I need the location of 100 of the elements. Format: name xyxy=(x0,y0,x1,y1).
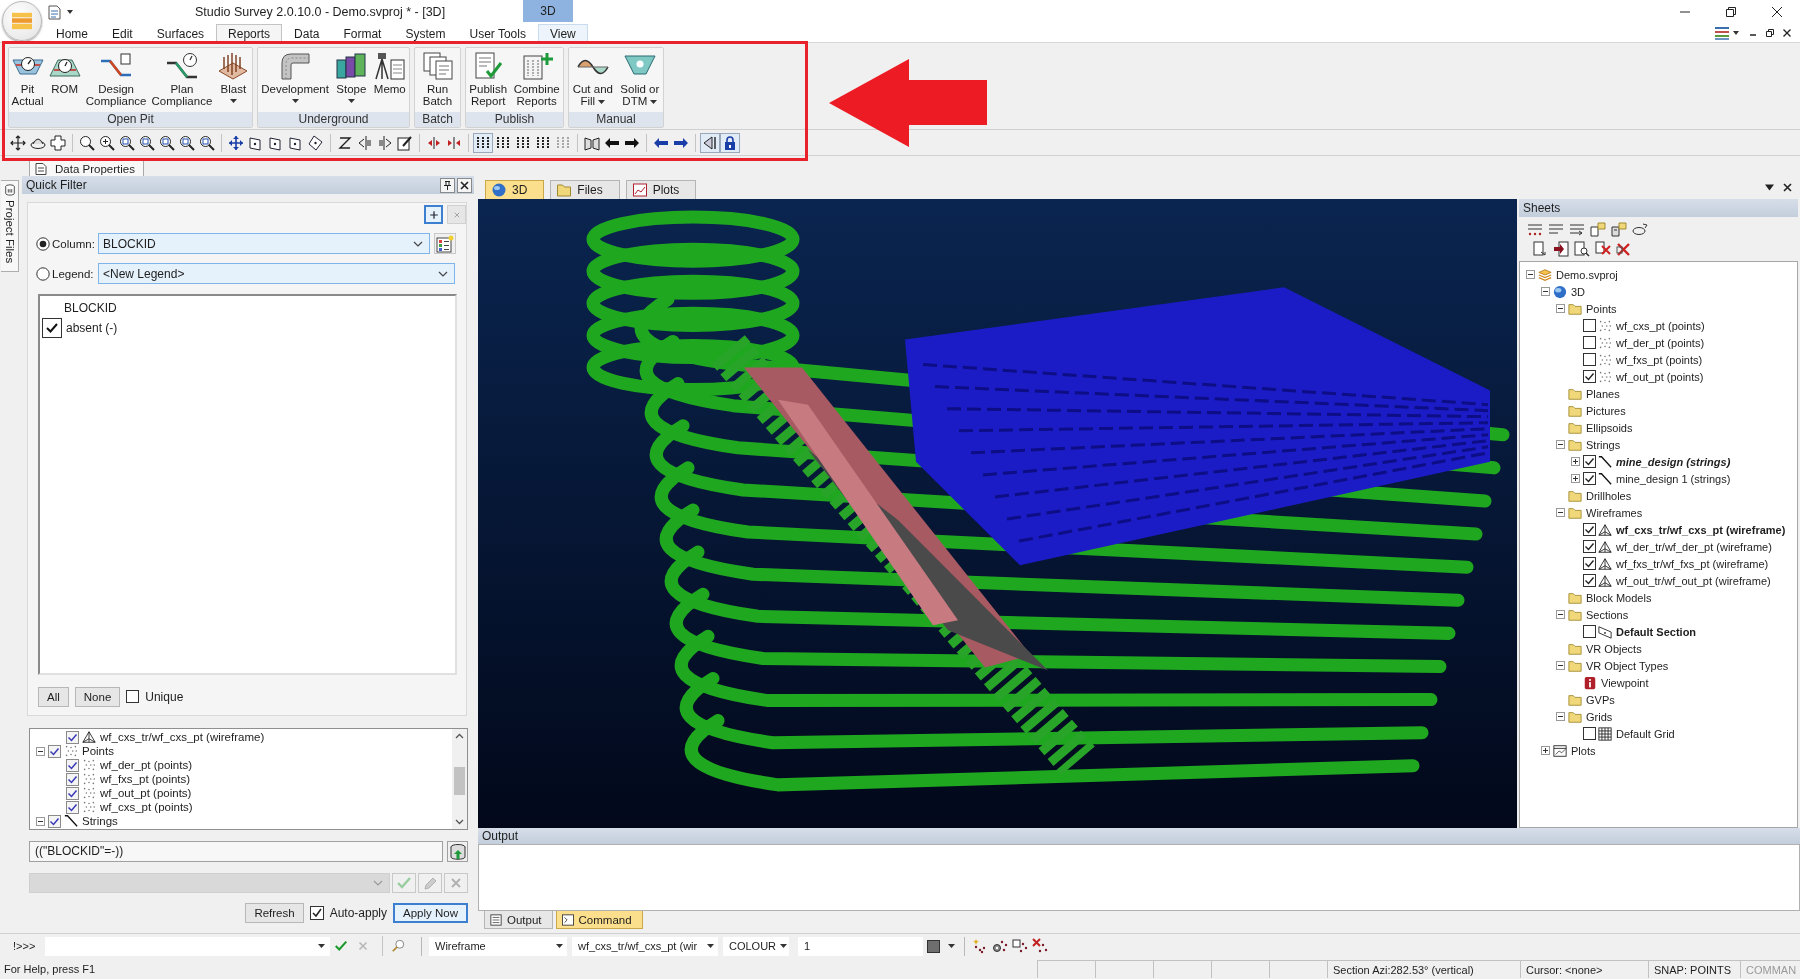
document-icon[interactable] xyxy=(48,4,61,20)
close-button[interactable] xyxy=(457,177,472,193)
stack-icon[interactable] xyxy=(1714,26,1730,40)
ribbon-button[interactable]: Development xyxy=(260,51,330,104)
tree-item[interactable]: Viewpoint xyxy=(1601,676,1649,689)
checkbox[interactable] xyxy=(66,786,79,800)
dots-star-icon[interactable] xyxy=(972,938,988,954)
tree-item[interactable]: wf_out_pt (points) xyxy=(100,787,192,799)
ribbon-tab[interactable]: Reports xyxy=(216,24,283,42)
checkbox[interactable] xyxy=(66,772,79,786)
caret-icon[interactable] xyxy=(948,944,955,948)
ribbon-button[interactable]: Stope xyxy=(334,51,369,104)
radio-label[interactable]: Legend: xyxy=(52,267,98,280)
tree-item[interactable]: Default Grid xyxy=(1616,727,1675,740)
minus-box-icon[interactable] xyxy=(1556,304,1565,313)
ribbon-tab[interactable]: System xyxy=(393,24,458,42)
tree-item[interactable]: mine_design 1 (strings) xyxy=(1616,472,1731,485)
ribbon-tab[interactable]: View xyxy=(537,24,588,42)
checkbox[interactable] xyxy=(1583,625,1596,638)
minus-box-icon[interactable] xyxy=(1541,287,1550,296)
tree-item[interactable]: GVPs xyxy=(1586,693,1615,706)
ribbon-tab[interactable]: Format xyxy=(331,24,394,42)
list-item[interactable]: absent (-) xyxy=(66,320,118,335)
document-tab[interactable]: Plots xyxy=(625,180,697,199)
tree-item[interactable]: Demo.svproj xyxy=(1556,268,1618,281)
tree-item[interactable]: VR Objects xyxy=(1586,642,1642,655)
toolbar-button[interactable] xyxy=(473,132,493,153)
tree-item[interactable]: wf_fxs_tr/wf_fxs_pt (wireframe) xyxy=(1616,557,1769,570)
dotted-lines-icon[interactable] xyxy=(1527,221,1543,237)
checkbox[interactable] xyxy=(126,690,140,703)
load-filter-button[interactable] xyxy=(447,841,468,862)
document-tab[interactable]: Files xyxy=(550,180,620,199)
ribbon-button[interactable]: ROM xyxy=(47,51,82,96)
import-icon[interactable] xyxy=(1553,241,1569,257)
delete-icon[interactable] xyxy=(1616,241,1632,257)
minus-box-icon[interactable] xyxy=(1556,661,1565,670)
ribbon-button[interactable]: Combine Reports xyxy=(512,51,561,108)
tree-item[interactable]: Pictures xyxy=(1586,404,1626,417)
minus-box-icon[interactable] xyxy=(1556,610,1565,619)
checkbox[interactable] xyxy=(42,317,62,338)
ribbon-button[interactable]: Plan Compliance xyxy=(150,51,214,108)
ribbon-button[interactable]: Solid or DTM xyxy=(619,51,661,108)
tree-item[interactable]: Grids xyxy=(1586,710,1613,723)
tree-item[interactable]: wf_der_tr/wf_der_pt (wireframe) xyxy=(1616,540,1772,553)
checkbox-label[interactable]: Auto-apply xyxy=(329,906,388,920)
legend-editor-button[interactable] xyxy=(434,233,456,254)
checkbox[interactable] xyxy=(48,814,61,828)
radio-button[interactable] xyxy=(36,236,50,251)
ribbon-tab[interactable]: Surfaces xyxy=(144,24,217,42)
checkbox[interactable] xyxy=(1583,472,1596,485)
dots-gear-icon[interactable] xyxy=(992,938,1008,954)
checkbox[interactable] xyxy=(66,758,79,772)
tree-item[interactable]: 3D xyxy=(1571,285,1586,298)
tree-item[interactable]: Planes xyxy=(1586,387,1620,400)
plus-box-icon[interactable] xyxy=(1571,474,1580,483)
document-search-icon[interactable] xyxy=(1574,241,1590,257)
close-icon[interactable] xyxy=(1783,183,1792,192)
tree-item[interactable]: wf_cxs_pt (points) xyxy=(1616,319,1705,332)
ribbon-tab[interactable]: Data xyxy=(282,24,332,42)
output-tab[interactable]: Command xyxy=(555,911,643,929)
plus-box-icon[interactable] xyxy=(1571,457,1580,466)
color-swatch-icon[interactable] xyxy=(927,939,940,953)
checkbox[interactable] xyxy=(1583,557,1596,570)
radio-button[interactable] xyxy=(36,266,50,281)
layer-dropdown[interactable]: wf_cxs_tr/wf_cxs_pt (wir xyxy=(572,936,718,956)
side-tab[interactable]: Project Files xyxy=(1,180,19,272)
refresh-button[interactable]: Refresh xyxy=(245,903,304,923)
minus-box-icon[interactable] xyxy=(36,816,45,826)
checkbox[interactable] xyxy=(1583,727,1596,740)
tree-item[interactable]: wf_der_pt (points) xyxy=(100,759,193,771)
radio-label[interactable]: Column: xyxy=(52,237,98,250)
checkbox[interactable] xyxy=(1583,523,1596,536)
tree-item[interactable]: wf_cxs_tr/wf_cxs_pt (wireframe) xyxy=(1616,523,1786,536)
ribbon-button[interactable]: Pit Actual xyxy=(10,51,45,108)
scrollbar[interactable] xyxy=(452,729,467,829)
checkbox[interactable] xyxy=(66,730,79,744)
command-input[interactable] xyxy=(45,936,330,956)
toolbar-button[interactable] xyxy=(48,132,68,153)
checkbox[interactable] xyxy=(1583,353,1596,366)
caret-icon[interactable] xyxy=(1733,31,1739,35)
tree-item[interactable]: mine_design (strings) xyxy=(1616,455,1731,468)
output-tab[interactable]: Output xyxy=(484,911,553,929)
tree-item[interactable]: wf_cxs_pt (points) xyxy=(100,801,193,813)
tree-item[interactable]: wf_der_pt (points) xyxy=(1616,336,1705,349)
ribbon-button[interactable]: Publish Report xyxy=(468,51,509,108)
tree-item[interactable]: VR Object Types xyxy=(1586,659,1669,672)
attribute-dropdown[interactable]: COLOUR xyxy=(723,936,789,956)
ellipse-arrow-icon[interactable] xyxy=(1632,221,1648,237)
tree-item[interactable]: Block Models xyxy=(1586,591,1652,604)
delete-dots-icon[interactable] xyxy=(1595,241,1611,257)
checkbox[interactable] xyxy=(1583,540,1596,553)
ribbon-tab[interactable]: User Tools xyxy=(457,24,538,42)
minus-box-icon[interactable] xyxy=(1556,440,1565,449)
dots-cross-icon[interactable] xyxy=(1032,938,1048,954)
apply-button[interactable]: Apply Now xyxy=(393,903,468,923)
tree-item[interactable]: Default Section xyxy=(1616,625,1697,638)
select-button[interactable]: None xyxy=(74,686,121,707)
close-icon[interactable] xyxy=(1783,29,1791,37)
tree-item[interactable]: wf_fxs_pt (points) xyxy=(100,773,191,785)
caret-icon[interactable] xyxy=(67,10,73,14)
